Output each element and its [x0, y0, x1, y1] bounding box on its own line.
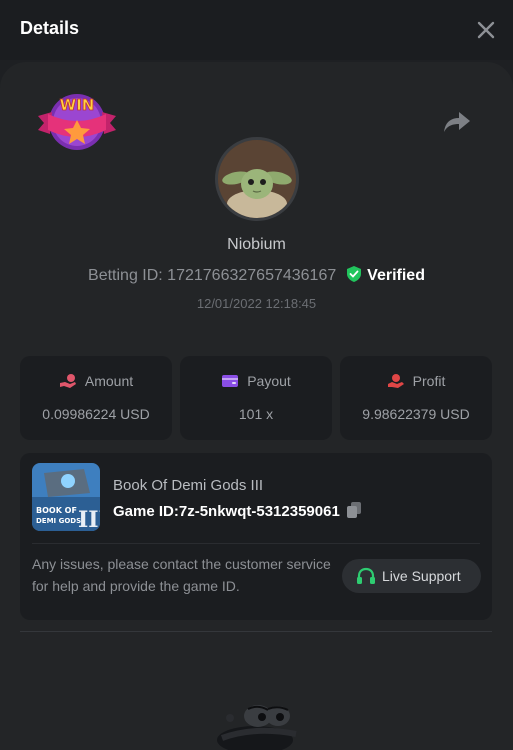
profit-card: Profit 9.98622379 USD [340, 356, 492, 440]
win-badge-text: WIN [60, 96, 95, 114]
amount-card: Amount 0.09986224 USD [20, 356, 172, 440]
game-thumbnail[interactable]: BOOK OF DEMI GODS III [32, 463, 100, 531]
crocodile-mascot-icon [217, 705, 297, 750]
bet-datetime: 12/01/2022 12:18:45 [196, 296, 317, 311]
payout-card: Payout 101 x [180, 356, 332, 440]
help-text: Any issues, please contact the customer … [32, 556, 331, 594]
share-icon [444, 112, 470, 132]
betting-id: Betting ID: 1721766327657436167 [88, 267, 337, 284]
amount-label: Amount [84, 373, 134, 389]
game-name[interactable]: Book Of Demi Gods III [113, 477, 263, 494]
payout-label: Payout [247, 373, 291, 389]
game-id-row: Game ID:7z-5nkwqt-5312359061 [113, 501, 362, 523]
profit-header: Profit [340, 373, 492, 389]
amount-value: 0.09986224 USD [42, 406, 150, 422]
profit-value: 9.98622379 USD [362, 406, 470, 422]
share-button[interactable] [442, 108, 472, 136]
details-header: Details [0, 0, 513, 60]
username: Niobium [227, 236, 286, 253]
hand-profit-icon [387, 374, 404, 388]
wallet-icon [222, 375, 239, 387]
game-card-divider [32, 543, 480, 544]
copy-button[interactable] [346, 501, 362, 523]
avatar [215, 137, 299, 221]
game-id-label: Game ID: [113, 503, 179, 520]
win-badge-icon: WIN [38, 94, 116, 150]
live-support-label: Live Support [382, 568, 461, 584]
headset-icon [357, 567, 375, 584]
close-icon [477, 21, 495, 39]
hand-coins-icon [59, 374, 76, 388]
game-card: BOOK OF DEMI GODS III Book Of Demi Gods … [20, 453, 492, 620]
profit-label: Profit [412, 373, 446, 389]
betting-id-row: Betting ID: 1721766327657436167 Verified [0, 266, 513, 285]
shield-check-icon [346, 266, 361, 282]
close-button[interactable] [472, 16, 500, 44]
payout-header: Payout [180, 373, 332, 389]
section-divider [20, 631, 492, 632]
thumb-text-bottom: DEMI GODS [36, 517, 81, 525]
thumb-text-top: BOOK OF [36, 506, 77, 515]
thumb-numeral: III [78, 507, 100, 531]
payout-value: 101 x [238, 406, 274, 422]
amount-header: Amount [20, 373, 172, 389]
page-title: Details [20, 18, 80, 38]
verified-label: Verified [367, 267, 425, 284]
game-id-value: 7z-5nkwqt-5312359061 [178, 503, 340, 520]
copy-icon [346, 502, 361, 518]
live-support-button[interactable]: Live Support [342, 559, 481, 593]
